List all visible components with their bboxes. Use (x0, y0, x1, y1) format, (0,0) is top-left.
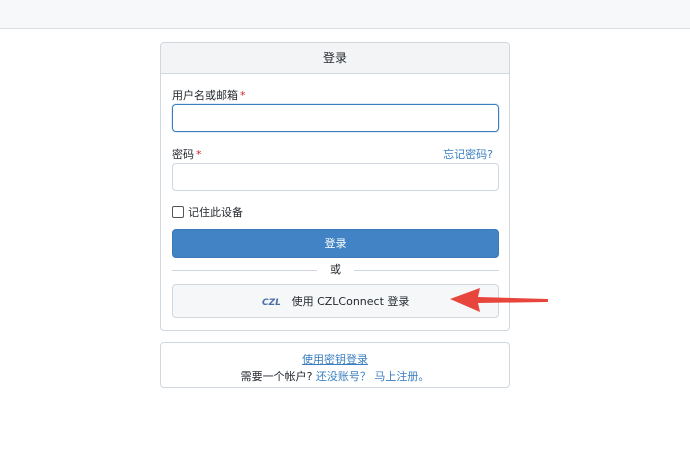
password-label: 密码 * (172, 146, 202, 162)
remember-device-checkbox[interactable] (172, 206, 184, 218)
register-link[interactable]: 还没账号？ 马上注册。 (316, 370, 430, 383)
czlconnect-login-label: 使用 CZLConnect 登录 (291, 295, 410, 308)
login-button[interactable]: 登录 (172, 229, 499, 258)
need-account-row: 需要一个帐户? 还没账号？ 马上注册。 (161, 368, 509, 384)
remember-device-row[interactable]: 记住此设备 (172, 204, 243, 220)
username-input[interactable] (172, 104, 499, 132)
passkey-login-link[interactable]: 使用密钥登录 (161, 351, 509, 367)
czl-logo-icon: CZL (262, 296, 282, 306)
required-mark: * (196, 148, 202, 161)
divider-line-right (354, 270, 499, 271)
username-label-text: 用户名或邮箱 (172, 89, 238, 102)
top-nav-bar (0, 0, 690, 29)
need-account-text: 需要一个帐户? (240, 370, 313, 383)
svg-text:CZL: CZL (262, 298, 281, 306)
username-label: 用户名或邮箱 * (172, 87, 246, 103)
remember-device-label: 记住此设备 (188, 206, 243, 219)
password-label-text: 密码 (172, 148, 194, 161)
annotation-arrow-icon (450, 288, 548, 312)
arrow-shape (450, 288, 548, 312)
login-card-title: 登录 (161, 43, 509, 74)
secondary-card: 使用密钥登录 需要一个帐户? 还没账号？ 马上注册。 (160, 342, 510, 388)
forgot-password-link[interactable]: 忘记密码? (443, 146, 493, 162)
password-input[interactable] (172, 163, 499, 191)
or-divider: 或 (172, 263, 499, 277)
required-mark: * (240, 89, 246, 102)
